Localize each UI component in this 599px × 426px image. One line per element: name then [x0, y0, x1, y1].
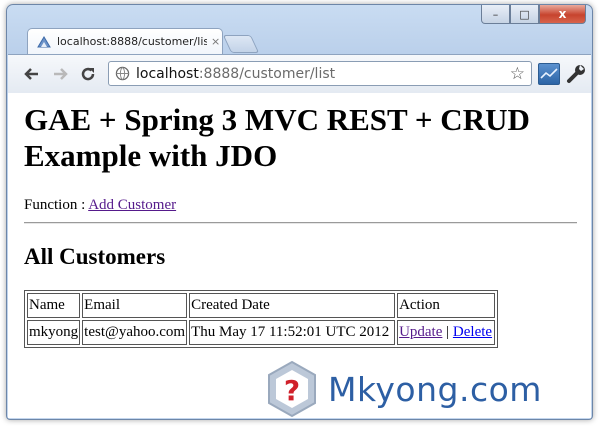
- delete-link[interactable]: Delete: [453, 324, 492, 340]
- url-text: localhost:8888/customer/list: [136, 65, 335, 83]
- page-globe-icon: [115, 66, 130, 81]
- close-window-button[interactable]: x: [539, 5, 586, 24]
- page-content: GAE + Spring 3 MVC REST + CRUD Example w…: [8, 93, 591, 418]
- tab-title: localhost:8888/customer/list: [57, 35, 207, 48]
- table-row: mkyong test@yahoo.com Thu May 17 11:52:0…: [27, 320, 496, 345]
- add-customer-link[interactable]: Add Customer: [88, 197, 176, 213]
- action-separator: |: [442, 324, 453, 340]
- tab-close-icon[interactable]: ×: [211, 35, 220, 48]
- extension-chart-icon[interactable]: [538, 63, 560, 85]
- reload-button[interactable]: [78, 64, 98, 84]
- page-title: GAE + Spring 3 MVC REST + CRUD Example w…: [24, 102, 530, 173]
- new-tab-button[interactable]: [222, 35, 260, 53]
- divider: [24, 222, 577, 224]
- address-bar[interactable]: localhost:8888/customer/list ☆: [108, 61, 532, 86]
- browser-toolbar: localhost:8888/customer/list ☆: [8, 54, 591, 94]
- wrench-icon: [567, 65, 585, 83]
- cell-email: test@yahoo.com: [82, 320, 188, 345]
- url-host: localhost: [136, 65, 199, 82]
- svg-text:?: ?: [284, 374, 300, 407]
- customers-table: Name Email Created Date Action mkyong te…: [24, 290, 499, 348]
- function-line: Function : Add Customer: [24, 197, 176, 214]
- column-header-name: Name: [27, 293, 81, 318]
- minimize-button[interactable]: –: [481, 5, 510, 24]
- gae-favicon-icon: [37, 35, 51, 47]
- table-header-row: Name Email Created Date Action: [27, 293, 496, 318]
- maximize-button[interactable]: □: [510, 5, 539, 24]
- bookmark-star-icon[interactable]: ☆: [510, 64, 525, 84]
- wrench-menu-icon[interactable]: [565, 63, 587, 85]
- cell-action: Update | Delete: [397, 320, 496, 345]
- cell-name: mkyong: [27, 320, 81, 345]
- mkyong-watermark: ? Mkyong.com: [266, 360, 542, 418]
- column-header-email: Email: [82, 293, 188, 318]
- browser-window: – □ x localhost:8888/customer/list × loc…: [6, 4, 593, 420]
- section-title: All Customers: [24, 244, 166, 269]
- reload-icon: [81, 67, 95, 81]
- forward-arrow-icon: [54, 68, 68, 80]
- function-label: Function :: [24, 197, 89, 213]
- column-header-action: Action: [397, 293, 496, 318]
- back-arrow-icon: [24, 68, 38, 80]
- forward-button[interactable]: [50, 64, 70, 84]
- chart-line-icon: [540, 68, 558, 79]
- cell-created-date: Thu May 17 11:52:01 UTC 2012: [189, 320, 396, 345]
- url-path: :8888/customer/list: [198, 65, 336, 82]
- window-controls: – □ x: [481, 5, 586, 25]
- back-button[interactable]: [22, 64, 42, 84]
- column-header-created-date: Created Date: [189, 293, 396, 318]
- browser-tab[interactable]: localhost:8888/customer/list ×: [27, 28, 223, 54]
- watermark-text: Mkyong.com: [328, 369, 542, 409]
- mkyong-logo-icon: ?: [268, 360, 316, 418]
- update-link[interactable]: Update: [399, 324, 442, 340]
